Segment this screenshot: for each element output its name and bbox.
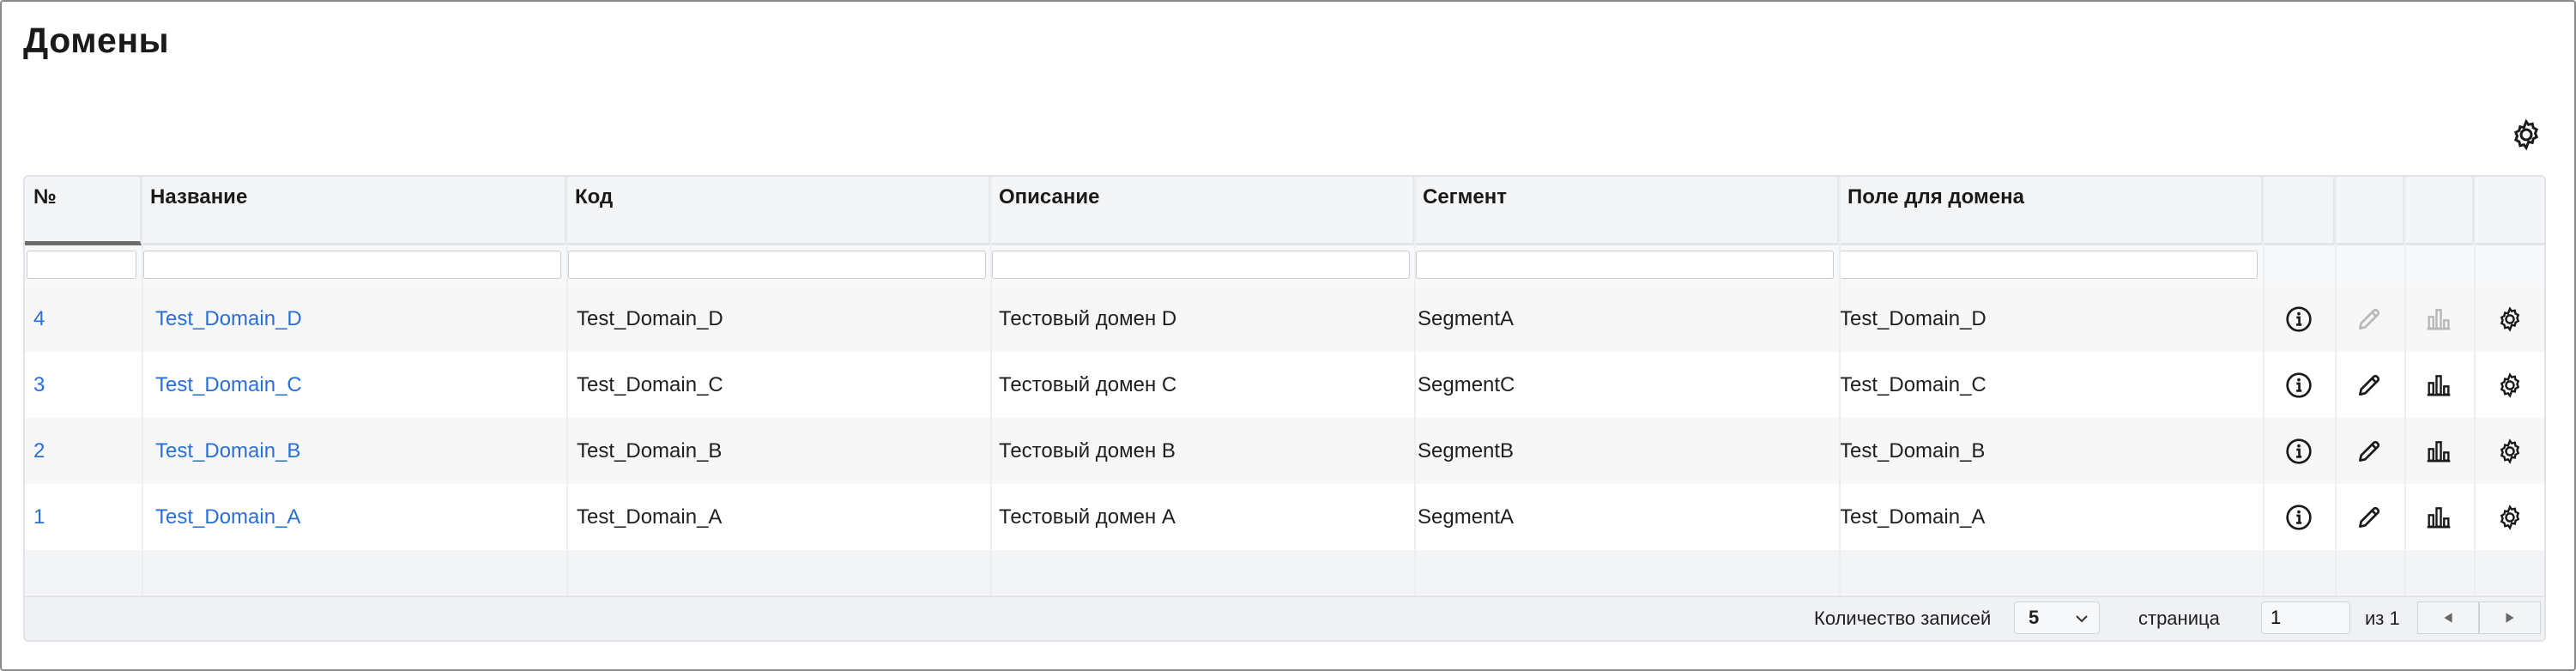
triangle-right-icon [2506,613,2514,623]
row-code: Test_Domain_B [577,439,723,462]
page-label: страница [2138,608,2220,629]
next-page-button[interactable] [2479,601,2541,634]
row-description: Тестовый домен C [999,373,1177,396]
table-settings-gear-icon[interactable] [2509,118,2543,152]
row-number-link[interactable]: 1 [33,484,45,550]
row-name-link[interactable]: Test_Domain_D [155,286,302,352]
edit-pencil-icon[interactable] [2352,484,2386,550]
row-domain-field: Test_Domain_B [1840,439,1986,462]
info-icon[interactable] [2282,484,2316,550]
row-name-link[interactable]: Test_Domain_C [155,352,302,418]
page-number-input[interactable] [2261,601,2350,634]
column-divider [2263,177,2265,640]
table-footer: Количество записей 5 страница из 1 [25,595,2544,640]
edit-pencil-icon[interactable] [2352,352,2386,418]
column-divider [2404,177,2406,640]
column-divider [142,177,143,640]
row-segment: SegmentB [1418,439,1515,462]
row-settings-gear-icon[interactable] [2493,484,2527,550]
row-domain-field: Test_Domain_D [1840,307,1986,330]
table-row[interactable]: 1 Test_Domain_A Test_Domain_A Тестовый д… [25,484,2544,550]
edit-pencil-icon[interactable] [2352,418,2386,484]
column-header-edit-action [2335,177,2404,245]
column-header-number[interactable]: № [25,177,142,245]
row-name-link[interactable]: Test_Domain_B [155,418,300,484]
row-number-link[interactable]: 4 [33,286,45,352]
records-count-label: Количество записей [1814,608,1992,629]
column-header-segment[interactable]: Сегмент [1414,177,1839,245]
column-header-description[interactable]: Описание [990,177,1414,245]
info-icon[interactable] [2282,418,2316,484]
column-header-code[interactable]: Код [566,177,990,245]
row-segment: SegmentA [1418,505,1515,529]
column-divider [2474,177,2476,640]
filter-domain-field-input[interactable] [1840,251,2258,279]
column-header-settings-action [2474,177,2544,245]
column-divider [1414,177,1416,640]
table-row[interactable]: 2 Test_Domain_B Test_Domain_B Тестовый д… [25,418,2544,484]
filter-description-input[interactable] [992,251,1410,279]
stats-bar-chart-icon[interactable] [2422,418,2456,484]
info-icon[interactable] [2282,286,2316,352]
row-description: Тестовый домен A [999,505,1176,529]
row-code: Test_Domain_A [577,505,723,529]
triangle-left-icon [2444,613,2452,623]
filter-name-input[interactable] [143,251,561,279]
column-header-domain-field[interactable]: Поле для домена [1839,177,2263,245]
page-size-select[interactable]: 5 [2014,601,2100,634]
row-number-link[interactable]: 2 [33,418,45,484]
row-name-link[interactable]: Test_Domain_A [155,484,300,550]
row-settings-gear-icon[interactable] [2493,418,2527,484]
row-number-link[interactable]: 3 [33,352,45,418]
row-segment: SegmentA [1418,307,1515,330]
column-header-name[interactable]: Название [142,177,566,245]
stats-bar-chart-icon [2422,286,2456,352]
table-row[interactable]: 4 Test_Domain_D Test_Domain_D Тестовый д… [25,286,2544,352]
column-header-info-action [2263,177,2335,245]
column-divider [990,177,992,640]
filter-code-input[interactable] [568,251,986,279]
table-row[interactable]: 3 Test_Domain_C Test_Domain_C Тестовый д… [25,352,2544,418]
prev-page-button[interactable] [2417,601,2479,634]
stats-bar-chart-icon[interactable] [2422,352,2456,418]
row-description: Тестовый домен D [999,307,1177,330]
row-code: Test_Domain_C [577,373,723,396]
chevron-down-icon [2076,615,2088,623]
filter-segment-input[interactable] [1416,251,1834,279]
row-domain-field: Test_Domain_A [1840,505,1986,529]
edit-pencil-icon [2352,286,2386,352]
empty-row [25,550,2544,595]
row-code: Test_Domain_D [577,307,723,330]
row-settings-gear-icon[interactable] [2493,352,2527,418]
row-segment: SegmentC [1418,373,1515,396]
window-frame: Домены № Название Код Описание Сегмент П… [0,0,2576,671]
column-divider [1839,177,1841,640]
filter-number-input[interactable] [27,251,136,279]
page-title: Домены [23,21,170,60]
page-size-value: 5 [2029,607,2040,628]
row-domain-field: Test_Domain_C [1840,373,1986,396]
row-settings-gear-icon[interactable] [2493,286,2527,352]
stats-bar-chart-icon[interactable] [2422,484,2456,550]
column-divider [2335,177,2337,640]
row-description: Тестовый домен B [999,439,1176,462]
domains-table: № Название Код Описание Сегмент Поле для… [23,175,2546,642]
total-pages-label: из 1 [2365,608,2400,629]
info-icon[interactable] [2282,352,2316,418]
column-divider [566,177,568,640]
column-header-stats-action [2404,177,2474,245]
